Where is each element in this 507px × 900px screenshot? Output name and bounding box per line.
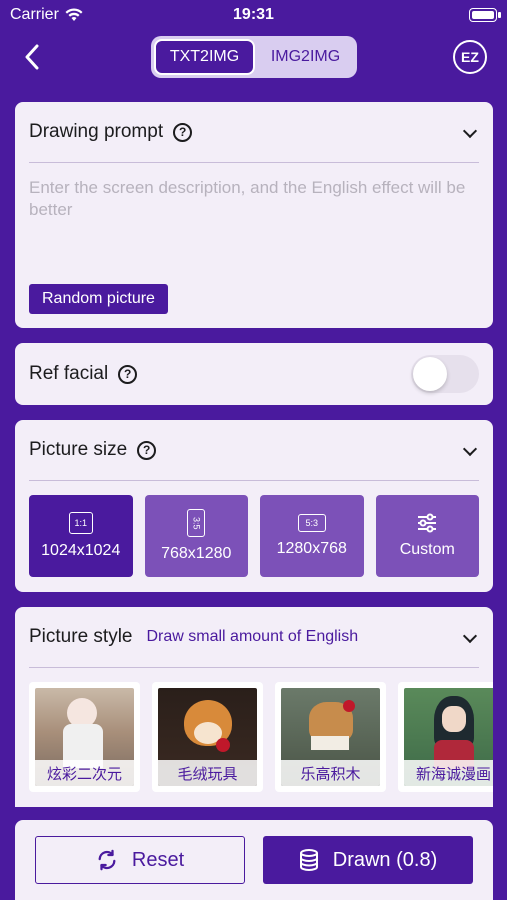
prompt-input[interactable]: Enter the screen description, and the En… — [15, 163, 493, 283]
style-caption: 炫彩二次元 — [35, 760, 134, 786]
size-label: Custom — [399, 541, 455, 558]
reset-button[interactable]: Reset — [35, 836, 245, 884]
ref-facial-card: Ref facial ? — [15, 343, 493, 405]
picture-size-header[interactable]: Picture size ? — [15, 420, 493, 480]
ref-facial-toggle[interactable] — [411, 355, 479, 393]
random-picture-button[interactable]: Random picture — [29, 284, 168, 314]
ratio-portrait-icon: 3:5 — [187, 509, 206, 537]
drawn-label: Drawn (0.8) — [332, 848, 438, 871]
prompt-card: Drawing prompt ? Enter the screen descri… — [15, 102, 493, 328]
ez-button[interactable]: EZ — [453, 40, 487, 74]
size-label: 1024x1024 — [41, 542, 121, 559]
prompt-title: Drawing prompt — [29, 121, 164, 142]
style-image: 乐高积木 — [281, 688, 380, 786]
reset-label: Reset — [131, 848, 185, 871]
size-label: 768x1280 — [161, 545, 232, 562]
ref-facial-row: Ref facial ? — [15, 343, 493, 405]
picture-style-header[interactable]: Picture style Draw small amount of Engli… — [15, 607, 493, 667]
figure-shape — [216, 738, 230, 752]
size-option-1024x1024[interactable]: 1:1 1024x1024 — [29, 495, 133, 577]
status-bar: Carrier 19:31 — [0, 0, 507, 30]
ratio-landscape-icon: 5:3 — [297, 514, 326, 532]
style-image: 毛绒玩具 — [158, 688, 257, 786]
size-label: 1280x768 — [276, 540, 347, 557]
chevron-down-icon[interactable] — [462, 123, 478, 139]
back-button[interactable] — [18, 42, 46, 72]
figure-shape — [442, 706, 466, 732]
sliders-icon — [418, 513, 437, 533]
drawn-button[interactable]: Drawn (0.8) — [263, 836, 473, 884]
mode-segmented-control: TXT2IMG IMG2IMG — [151, 36, 357, 78]
picture-style-card: Picture style Draw small amount of Engli… — [15, 607, 493, 807]
style-thumb-anime[interactable]: 炫彩二次元 — [29, 682, 140, 792]
help-icon[interactable]: ? — [118, 364, 138, 384]
style-image: 炫彩二次元 — [35, 688, 134, 786]
help-icon[interactable]: ? — [173, 122, 193, 142]
bottom-action-bar: Reset Drawn (0.8) — [15, 820, 493, 900]
clock: 19:31 — [233, 6, 274, 23]
size-option-768x1280[interactable]: 3:5 768x1280 — [144, 495, 248, 577]
chevron-left-icon — [25, 44, 39, 70]
style-thumb-plush[interactable]: 毛绒玩具 — [152, 682, 263, 792]
nav-bar: TXT2IMG IMG2IMG EZ — [0, 30, 507, 86]
figure-shape — [311, 736, 349, 750]
style-thumb-lego[interactable]: 乐高积木 — [275, 682, 386, 792]
chevron-down-icon[interactable] — [462, 628, 478, 644]
style-thumb-shinkai[interactable]: 新海诚漫画 — [398, 682, 493, 792]
style-caption: 乐高积木 — [281, 760, 380, 786]
prompt-header[interactable]: Drawing prompt ? — [15, 102, 493, 162]
tab-txt2img[interactable]: TXT2IMG — [154, 39, 255, 75]
size-option-1280x768[interactable]: 5:3 1280x768 — [260, 495, 364, 577]
help-icon[interactable]: ? — [137, 440, 157, 460]
style-caption: 毛绒玩具 — [158, 760, 257, 786]
tab-img2img[interactable]: IMG2IMG — [257, 39, 354, 75]
picture-size-title: Picture size — [29, 439, 128, 460]
battery-icon — [469, 8, 497, 22]
picture-style-title: Picture style — [29, 626, 133, 647]
size-option-custom[interactable]: Custom — [375, 495, 479, 577]
database-icon — [299, 849, 318, 871]
refresh-icon — [98, 849, 116, 871]
figure-shape — [343, 700, 355, 712]
toggle-knob — [413, 357, 447, 391]
ratio-square-icon: 1:1 — [68, 512, 93, 534]
ref-facial-title: Ref facial — [29, 363, 109, 384]
style-image: 新海诚漫画 — [404, 688, 493, 786]
battery-tip — [498, 12, 501, 18]
style-thumbnails: 炫彩二次元 毛绒玩具 乐高积木 新海诚漫画 — [15, 668, 493, 806]
style-caption: 新海诚漫画 — [404, 760, 493, 786]
chevron-down-icon[interactable] — [462, 441, 478, 457]
picture-size-card: Picture size ? 1:1 1024x1024 3:5 768x128… — [15, 420, 493, 592]
picture-style-subtitle: Draw small amount of English — [146, 628, 359, 645]
size-options: 1:1 1024x1024 3:5 768x1280 5:3 1280x768 … — [15, 481, 493, 591]
